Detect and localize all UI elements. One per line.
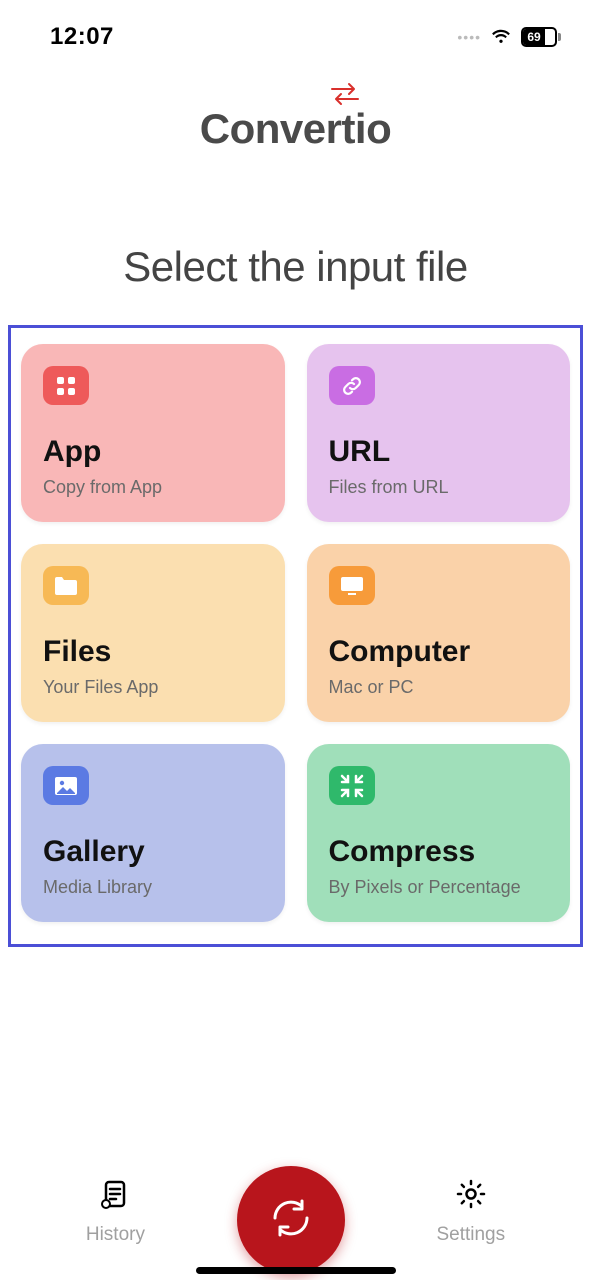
tab-label: History [86,1224,145,1246]
link-icon [329,366,375,405]
convert-fab-button[interactable] [237,1166,345,1274]
tab-label: Settings [436,1224,505,1246]
logo-text: Convertio [200,105,392,153]
source-card-computer[interactable]: Computer Mac or PC [307,544,571,722]
status-right: •••• 69 [457,26,561,49]
home-indicator[interactable] [196,1267,396,1274]
input-source-grid-highlight: App Copy from App URL Files from URL Fil… [8,325,583,947]
source-card-app[interactable]: App Copy from App [21,344,285,522]
tab-history[interactable]: History [86,1177,145,1246]
status-time: 12:07 [50,23,114,51]
card-subtitle: By Pixels or Percentage [329,877,549,898]
source-card-gallery[interactable]: Gallery Media Library [21,744,285,922]
source-card-url[interactable]: URL Files from URL [307,344,571,522]
wifi-icon [489,26,513,49]
tab-settings[interactable]: Settings [436,1177,505,1246]
folder-icon [43,566,89,605]
card-subtitle: Your Files App [43,677,263,698]
card-title: URL [329,435,549,469]
sync-icon [263,1190,319,1251]
status-bar: 12:07 •••• 69 [0,0,591,60]
battery-icon: 69 [521,27,561,47]
card-subtitle: Copy from App [43,477,263,498]
page-title: Select the input file [0,243,591,291]
card-title: App [43,435,263,469]
card-title: Gallery [43,835,263,869]
card-title: Computer [329,635,549,669]
card-subtitle: Files from URL [329,477,549,498]
source-card-compress[interactable]: Compress By Pixels or Percentage [307,744,571,922]
source-card-files[interactable]: Files Your Files App [21,544,285,722]
cellular-dots-icon: •••• [457,29,481,45]
monitor-icon [329,566,375,605]
image-icon [43,766,89,805]
card-subtitle: Media Library [43,877,263,898]
history-icon [98,1177,132,1216]
grid-icon [43,366,89,405]
card-subtitle: Mac or PC [329,677,549,698]
input-source-grid: App Copy from App URL Files from URL Fil… [21,344,570,922]
card-title: Compress [329,835,549,869]
bottom-tab-bar: History Settings [0,1166,591,1256]
compress-icon [329,766,375,805]
app-logo: Convertio [0,82,591,153]
gear-icon [454,1177,488,1216]
card-title: Files [43,635,263,669]
